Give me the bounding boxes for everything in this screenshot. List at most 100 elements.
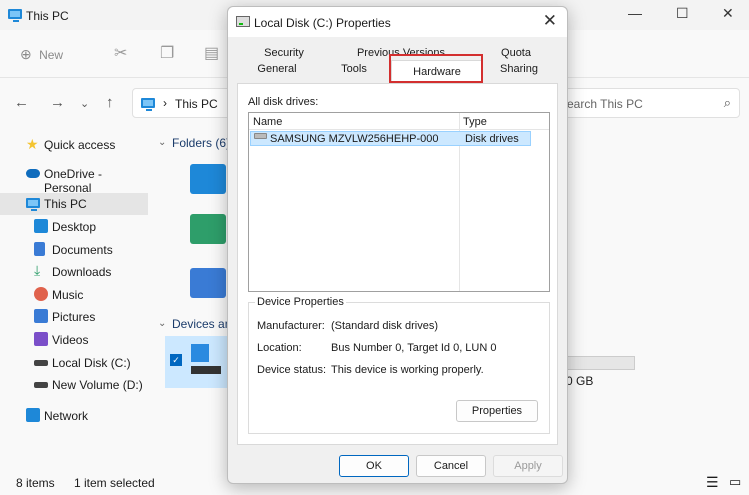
drive-icon (236, 16, 250, 27)
tab-tools[interactable]: Tools (324, 63, 384, 79)
tab-quota[interactable]: Quota (486, 47, 546, 63)
sidebar-item-this-pc[interactable]: This PC (0, 193, 148, 215)
drive-icon (34, 382, 48, 388)
tab-general[interactable]: General (242, 63, 312, 79)
computer-icon (26, 198, 40, 211)
chevron-down-icon[interactable]: ⌄ (158, 137, 166, 148)
column-header-type[interactable]: Type (463, 116, 487, 128)
back-arrow-icon[interactable]: ← (14, 94, 29, 111)
breadcrumb-this-pc[interactable]: This PC (175, 97, 218, 111)
sidebar-item-downloads[interactable]: ⤓ Downloads (0, 261, 148, 283)
sidebar-item-onedrive[interactable]: OneDrive - Personal (0, 163, 148, 195)
sidebar-item-videos[interactable]: Videos (0, 329, 148, 351)
sidebar-item-pictures[interactable]: Pictures (0, 306, 148, 328)
checkbox-checked-icon[interactable]: ✓ (170, 354, 182, 366)
folder-icon[interactable] (190, 164, 226, 194)
sidebar-item-label: Downloads (52, 265, 112, 279)
recent-locations-chevron-icon[interactable]: ⌄ (80, 97, 89, 110)
sidebar-item-local-disk-c[interactable]: Local Disk (C:) (0, 352, 148, 374)
dialog-titlebar: Local Disk (C:) Properties ✕ (228, 7, 567, 37)
close-window-button[interactable]: ✕ (722, 5, 734, 22)
drive-type: Disk drives (465, 133, 519, 145)
sidebar-item-desktop[interactable]: Desktop (0, 216, 148, 238)
sidebar-item-quick-access[interactable]: ★ Quick access (0, 134, 148, 156)
maximize-button[interactable]: ☐ (676, 5, 689, 22)
plus-icon: ⊕ (20, 46, 32, 62)
explorer-title: This PC (26, 9, 69, 23)
sidebar-item-label: OneDrive - Personal (44, 167, 103, 195)
column-header-name[interactable]: Name (253, 116, 282, 128)
network-icon (26, 408, 40, 422)
sidebar-item-label: Music (52, 288, 84, 302)
sidebar-item-label: Quick access (44, 138, 116, 152)
sidebar-item-label: Pictures (52, 310, 96, 324)
disk-drives-list[interactable]: Name Type SAMSUNG MZVLW256HEHP-000 Disk … (248, 112, 550, 292)
drive-icon (34, 360, 48, 366)
downloads-folder-icon[interactable] (190, 214, 226, 244)
sidebar-item-music[interactable]: Music (0, 284, 148, 306)
tab-sharing[interactable]: Sharing (490, 63, 548, 79)
table-row[interactable]: SAMSUNG MZVLW256HEHP-000 Disk drives (250, 131, 531, 146)
sidebar-item-label: New Volume (D:) (52, 378, 143, 392)
drive-free-space: 0 GB (566, 374, 594, 388)
pictures-folder-icon[interactable] (190, 268, 226, 298)
new-button-label: New (39, 48, 64, 62)
pictures-icon (34, 309, 48, 323)
drive-icon (191, 366, 221, 374)
device-status-label: Device status: (257, 364, 327, 376)
annotation-highlight-box (389, 54, 483, 83)
documents-icon (34, 242, 45, 256)
drive-usage-bar (565, 356, 635, 370)
sidebar-item-label: Documents (52, 243, 113, 257)
tab-security[interactable]: Security (248, 47, 320, 63)
details-view-icon[interactable]: ☰ (706, 474, 719, 491)
close-icon[interactable]: ✕ (543, 11, 557, 31)
hardware-tab-panel: All disk drives: Name Type SAMSUNG MZVLW… (237, 83, 558, 445)
videos-icon (34, 332, 48, 346)
cancel-button[interactable]: Cancel (416, 455, 486, 477)
forward-arrow-icon[interactable]: → (50, 94, 65, 111)
list-header: Name Type (249, 113, 549, 130)
navigation-pane: ★ Quick access OneDrive - Personal This … (0, 126, 150, 466)
this-pc-icon (8, 9, 22, 22)
manufacturer-label: Manufacturer: (257, 320, 325, 332)
item-count: 8 items (16, 476, 55, 490)
location-value: Bus Number 0, Target Id 0, LUN 0 (331, 342, 497, 354)
properties-button[interactable]: Properties (456, 400, 538, 422)
sidebar-item-label: Videos (52, 333, 89, 347)
folders-group-header[interactable]: Folders (6) (172, 136, 230, 150)
tiles-view-icon[interactable]: ▭ (729, 474, 741, 490)
ok-button[interactable]: OK (339, 455, 409, 477)
drive-name: SAMSUNG MZVLW256HEHP-000 (270, 133, 439, 145)
music-icon (34, 287, 48, 301)
search-input[interactable]: earch This PC (567, 97, 643, 111)
device-properties-title: Device Properties (255, 296, 346, 308)
device-properties-group: Device Properties Manufacturer: (Standar… (248, 296, 550, 434)
breadcrumb-chevron-icon: › (163, 96, 167, 110)
sidebar-item-label: Desktop (52, 220, 97, 234)
cut-icon[interactable]: ✂ (114, 43, 127, 63)
cloud-icon (26, 169, 40, 178)
up-arrow-icon[interactable]: ↑ (106, 94, 114, 111)
address-bar[interactable]: › This PC (132, 88, 232, 118)
all-disk-drives-label: All disk drives: (248, 96, 319, 108)
search-icon: ⌕ (723, 95, 731, 110)
copy-icon[interactable]: ❐ (160, 43, 174, 63)
minimize-button[interactable]: — (628, 5, 642, 21)
local-disk-tile[interactable]: ✓ (165, 336, 227, 388)
search-box[interactable]: earch This PC ⌕ (560, 88, 740, 118)
apply-button[interactable]: Apply (493, 455, 563, 477)
sidebar-item-label: This PC (44, 197, 87, 211)
sidebar-item-new-volume-d[interactable]: New Volume (D:) (0, 374, 148, 396)
sidebar-item-label: Local Disk (C:) (52, 356, 131, 370)
sidebar-item-documents[interactable]: Documents (0, 239, 148, 261)
star-icon: ★ (26, 136, 39, 152)
selection-count: 1 item selected (74, 476, 155, 490)
chevron-down-icon[interactable]: ⌄ (158, 318, 166, 329)
paste-icon[interactable]: ▤ (204, 43, 219, 63)
sidebar-item-network[interactable]: Network (0, 405, 148, 427)
manufacturer-value: (Standard disk drives) (331, 320, 438, 332)
this-pc-icon (141, 98, 155, 111)
new-button[interactable]: ⊕ New (20, 46, 63, 63)
properties-dialog: Local Disk (C:) Properties ✕ Security Pr… (227, 6, 568, 484)
